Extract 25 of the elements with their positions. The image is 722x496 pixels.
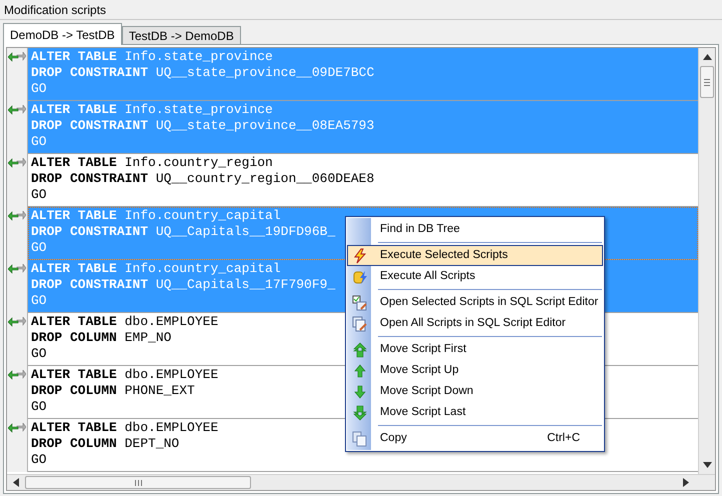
- script-line: ALTER TABLE Info.state_province: [31, 102, 273, 118]
- script-line: ALTER TABLE Info.country_region: [31, 155, 273, 171]
- script-line: GO: [31, 240, 47, 256]
- script-line: ALTER TABLE dbo.EMPLOYEE: [31, 420, 218, 436]
- script-line: GO: [31, 187, 47, 203]
- script-line: ALTER TABLE Info.country_capital: [31, 261, 281, 277]
- script-line: ALTER TABLE dbo.EMPLOYEE: [31, 367, 218, 383]
- script-line: GO: [31, 134, 47, 150]
- script-line: DROP CONSTRAINT UQ__state_province__09DE7BCC: [31, 65, 374, 81]
- script-line: GO: [31, 81, 47, 97]
- script-line: ALTER TABLE dbo.EMPLOYEE: [31, 314, 218, 330]
- script-line: ALTER TABLE Info.state_province: [31, 49, 273, 65]
- script-line: DROP COLUMN EMP_NO: [31, 330, 172, 346]
- script-line: ALTER TABLE Info.country_capital: [31, 208, 281, 224]
- script-line: GO: [31, 293, 47, 309]
- shortcut: Ctrl+C: [547, 430, 581, 446]
- script-line: DROP COLUMN PHONE_EXT: [31, 383, 195, 399]
- script-line: GO: [31, 452, 47, 468]
- script-line: DROP CONSTRAINT UQ__country_region__060DEAE8: [31, 171, 374, 187]
- script-line: DROP CONSTRAINT UQ__Capitals__17F790F9_: [31, 277, 336, 293]
- script-line: DROP CONSTRAINT UQ__state_province__08EA5793: [31, 118, 374, 134]
- script-line: GO: [31, 399, 47, 415]
- script-line: GO: [31, 346, 47, 362]
- script-line: DROP CONSTRAINT UQ__Capitals__19DFD96B_: [31, 224, 336, 240]
- script-line: DROP COLUMN DEPT_NO: [31, 436, 180, 452]
